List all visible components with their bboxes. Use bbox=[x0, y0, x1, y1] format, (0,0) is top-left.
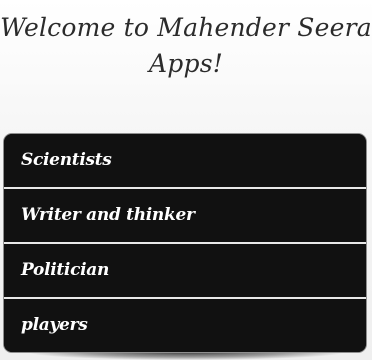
menu-divider bbox=[4, 187, 366, 189]
menu-divider bbox=[4, 297, 366, 299]
menu-divider bbox=[4, 242, 366, 244]
category-menu: Scientists Writer and thinker Politician… bbox=[4, 134, 366, 352]
menu-item-label: Writer and thinker bbox=[21, 205, 195, 225]
menu-item-players[interactable]: players bbox=[4, 299, 366, 352]
menu-item-politician[interactable]: Politician bbox=[4, 244, 366, 297]
menu-item-scientists[interactable]: Scientists bbox=[4, 134, 366, 187]
header: Welcome to Mahender Seera Apps! bbox=[0, 10, 372, 82]
menu-item-label: Scientists bbox=[21, 150, 112, 170]
page-title-line-1: Welcome to Mahender Seera bbox=[0, 13, 372, 42]
menu-item-label: players bbox=[21, 315, 88, 335]
menu-item-writer-and-thinker[interactable]: Writer and thinker bbox=[4, 189, 366, 242]
page-title: Welcome to Mahender Seera Apps! bbox=[0, 10, 372, 82]
menu-item-label: Politician bbox=[21, 260, 110, 280]
page-title-line-2: Apps! bbox=[149, 49, 223, 78]
